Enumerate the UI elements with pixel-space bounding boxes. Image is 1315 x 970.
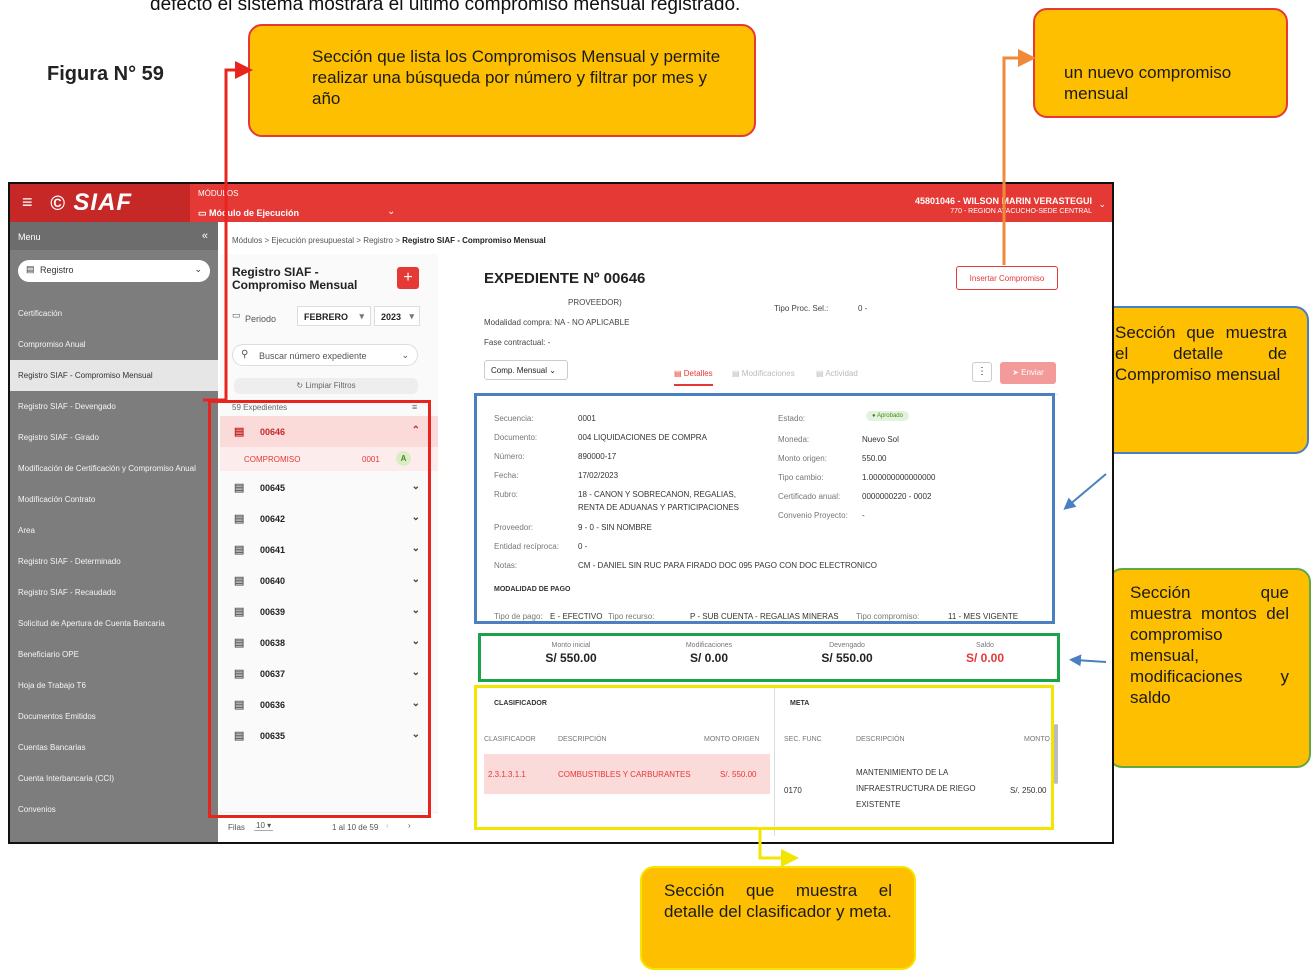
connector-lines [203,49,1107,867]
